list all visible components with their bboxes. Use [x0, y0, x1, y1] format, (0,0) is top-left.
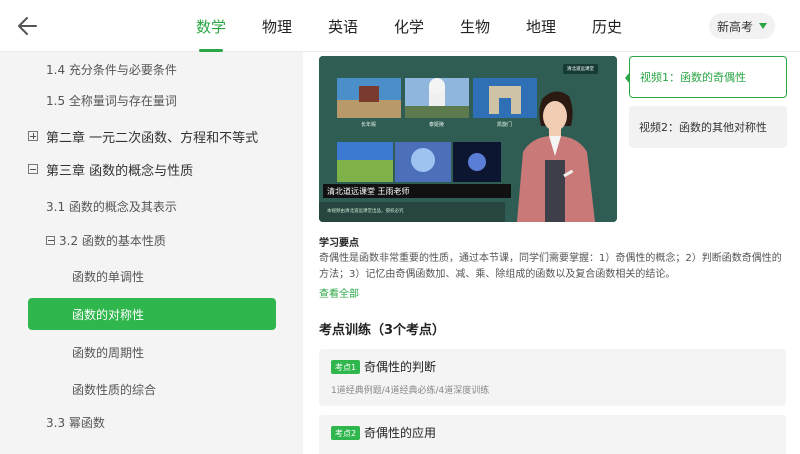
sidebar-item-synthesis[interactable]: 函数性质的综合 — [0, 372, 303, 406]
sidebar-chapter-3[interactable]: 第三章 函数的概念与性质 — [0, 152, 303, 186]
sidebar-item-1-5[interactable]: 1.5 全称量词与存在量词 — [0, 83, 303, 117]
banner-text: 清北道远课堂 王雨老师 — [327, 186, 410, 196]
dropdown-triangle-icon — [759, 23, 767, 29]
teacher-figure-image — [517, 91, 595, 222]
point-badge: 考点2 — [331, 426, 361, 440]
training-card-2[interactable]: 考点2 奇偶性的应用 — [319, 415, 786, 454]
thumb-label: 长年殿 — [361, 122, 377, 128]
sidebar-item-label: 3.2 函数的基本性质 — [59, 233, 166, 248]
chapter-sidebar: 1.4 充分条件与必要条件 1.5 全称量词与存在量词 第二章 一元二次函数、方… — [0, 52, 303, 454]
brand-tag: 清北道远课堂 — [563, 64, 598, 74]
sidebar-item-label: 函数性质的综合 — [72, 382, 157, 397]
sidebar-item-label: 3.3 幂函数 — [46, 415, 105, 430]
sidebar-item-label: 函数的单调性 — [72, 269, 145, 284]
tab-history[interactable]: 历史 — [574, 0, 640, 52]
sidebar-item-label: 1.4 充分条件与必要条件 — [46, 62, 177, 77]
minus-box-icon — [46, 235, 55, 245]
tab-physics[interactable]: 物理 — [244, 0, 310, 52]
top-nav-bar: 数学 物理 英语 化学 生物 地理 历史 新高考 — [0, 0, 800, 52]
point-name: 奇偶性的判断 — [364, 360, 437, 374]
video-frame: 长年殿 泰姬陵 凯旋门 清北道远课堂 清北道远课堂 王雨老师 本视频由清北道远课… — [319, 56, 617, 222]
view-all-link[interactable]: 查看全部 — [319, 285, 359, 300]
tab-chemistry[interactable]: 化学 — [376, 0, 442, 52]
sidebar-item-label: 函数的对称性 — [72, 307, 145, 322]
sidebar-item-1-4[interactable]: 1.4 充分条件与必要条件 — [0, 52, 303, 86]
sidebar-item-3-1[interactable]: 3.1 函数的概念及其表示 — [0, 189, 303, 223]
point-name: 奇偶性的应用 — [364, 426, 437, 440]
sidebar-item-label: 函数的周期性 — [72, 345, 145, 360]
sidebar-chapter-2[interactable]: 第二章 一元二次函数、方程和不等式 — [0, 119, 303, 153]
tab-geography[interactable]: 地理 — [508, 0, 574, 52]
plus-box-icon — [28, 131, 38, 141]
video-title-banner: 清北道远课堂 王雨老师 — [323, 184, 511, 198]
subject-tabs: 数学 物理 英语 化学 生物 地理 历史 — [178, 0, 640, 52]
training-title: 考点训练（3个考点） — [319, 323, 446, 338]
thumb-label: 泰姬陵 — [429, 122, 445, 128]
minus-box-icon — [28, 164, 38, 174]
training-card-1[interactable]: 考点1 奇偶性的判断 1道经典例题/4道经典必练/4道深度训练 — [319, 349, 786, 406]
exam-type-dropdown[interactable]: 新高考 — [709, 13, 775, 39]
sidebar-item-label: 第二章 一元二次函数、方程和不等式 — [46, 130, 259, 146]
video-player[interactable]: 长年殿 泰姬陵 凯旋门 清北道远课堂 清北道远课堂 王雨老师 本视频由清北道远课… — [319, 56, 617, 222]
point-badge: 考点1 — [331, 360, 361, 374]
study-points-title: 学习要点 — [319, 238, 359, 249]
tab-math[interactable]: 数学 — [178, 0, 244, 52]
sidebar-item-periodicity[interactable]: 函数的周期性 — [0, 335, 303, 369]
tab-biology[interactable]: 生物 — [442, 0, 508, 52]
sidebar-item-label: 第三章 函数的概念与性质 — [46, 163, 194, 179]
copyright-text: 本视频由清北道远课堂出品，侵权必究 — [327, 209, 404, 214]
sidebar-item-3-3[interactable]: 3.3 幂函数 — [0, 405, 303, 439]
back-arrow-icon[interactable] — [14, 12, 42, 40]
sidebar-item-3-2[interactable]: 3.2 函数的基本性质 — [0, 223, 303, 257]
sidebar-item-label: 3.1 函数的概念及其表示 — [46, 199, 177, 214]
tab-english[interactable]: 英语 — [310, 0, 376, 52]
exam-type-label: 新高考 — [716, 19, 753, 34]
study-points-body: 奇偶性是函数非常重要的性质，通过本节课，同学们需要掌握：1）奇偶性的概念；2）判… — [319, 253, 782, 280]
sidebar-item-monotonicity[interactable]: 函数的单调性 — [0, 259, 303, 293]
sidebar-item-symmetry[interactable]: 函数的对称性 — [28, 298, 276, 330]
video-list-item-1[interactable]: 视频1：函数的奇偶性 — [625, 56, 787, 98]
sidebar-item-label: 1.5 全称量词与存在量词 — [46, 93, 177, 108]
video-item-label: 视频1：函数的奇偶性 — [640, 71, 746, 84]
video-list-item-2[interactable]: 视频2：函数的其他对称性 — [629, 106, 787, 148]
video-item-label: 视频2：函数的其他对称性 — [639, 121, 767, 134]
point-exercises: 1道经典例题/4道经典必练/4道深度训练 — [331, 386, 490, 396]
